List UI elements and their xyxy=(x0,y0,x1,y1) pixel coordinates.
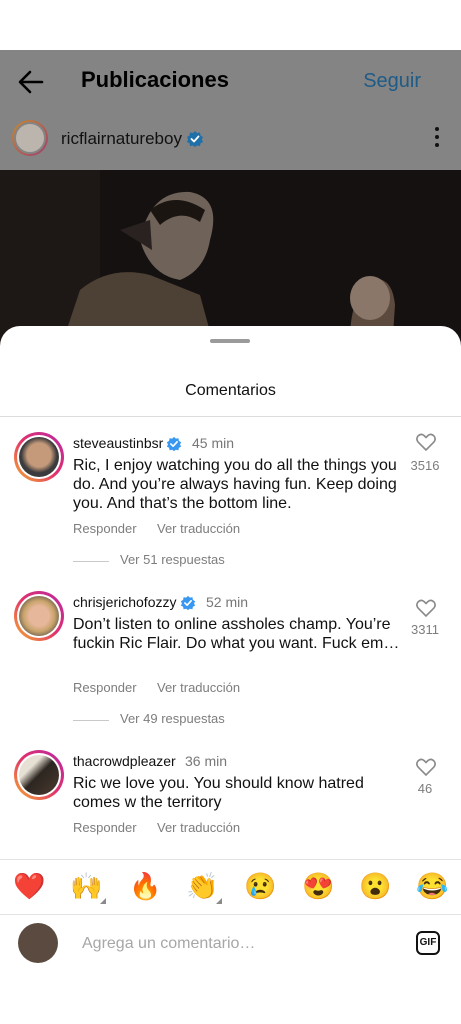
heart-eyes-emoji-button[interactable]: 😍 xyxy=(302,870,334,902)
follow-button[interactable]: Seguir xyxy=(363,70,421,93)
comment-text: Ric we love you. You should know hatred … xyxy=(73,775,364,811)
commenter-avatar[interactable] xyxy=(14,591,64,641)
thread-line xyxy=(73,561,109,562)
drag-handle[interactable] xyxy=(210,339,250,343)
clapping-hands-emoji: 👏 xyxy=(186,871,219,901)
arrow-left-icon[interactable] xyxy=(16,68,46,96)
translate-button[interactable]: Ver traducción xyxy=(157,680,240,695)
post-image[interactable] xyxy=(0,170,461,350)
author-avatar[interactable] xyxy=(12,120,48,156)
heart-outline-icon[interactable] xyxy=(416,758,436,776)
page-title: Publicaciones xyxy=(81,67,229,92)
verified-badge-icon xyxy=(187,131,203,147)
post-author: ricflairnatureboy xyxy=(0,116,461,160)
comment-time: 45 min xyxy=(192,435,235,451)
open-mouth-emoji-button[interactable]: 😮 xyxy=(359,870,391,902)
skin-tone-indicator-icon xyxy=(216,898,223,904)
clapping-hands-emoji-button[interactable]: 👏 xyxy=(186,870,223,904)
comment-text: Don’t listen to online assholes champ. Y… xyxy=(73,616,400,652)
red-heart-emoji-button[interactable]: ❤️ xyxy=(13,870,45,902)
skin-tone-indicator-icon xyxy=(100,898,107,904)
comment-input[interactable] xyxy=(80,929,384,959)
like-count: 46 xyxy=(417,781,433,796)
top-bar: Publicaciones Seguir xyxy=(0,50,461,112)
comment-time: 52 min xyxy=(206,594,249,610)
heart-outline-icon[interactable] xyxy=(416,433,436,451)
translate-button[interactable]: Ver traducción xyxy=(157,521,240,536)
more-vertical-icon[interactable] xyxy=(433,126,441,148)
fire-emoji-button[interactable]: 🔥 xyxy=(129,870,161,902)
comment-text: Ric, I enjoy watching you do all the thi… xyxy=(73,457,397,512)
divider xyxy=(0,416,461,417)
like-count: 3516 xyxy=(410,458,440,473)
status-bar xyxy=(0,0,461,50)
reply-button[interactable]: Responder xyxy=(73,680,137,695)
comment-composer: GIF xyxy=(0,915,461,971)
emoji-reaction-bar: ❤️ 🙌 🔥 👏 😢 😍 😮 😂 xyxy=(0,859,461,915)
raised-hands-emoji-button[interactable]: 🙌 xyxy=(70,870,107,904)
comment-username[interactable]: steveaustinbsr xyxy=(73,435,163,451)
raised-hands-emoji: 🙌 xyxy=(70,871,103,901)
heart-outline-icon[interactable] xyxy=(416,599,436,617)
comment-item: steveaustinbsr 45 min Ric, I enjoy watch… xyxy=(0,432,461,572)
comments-title: Comentarios xyxy=(185,382,276,399)
comment-item: chrisjerichofozzy 52 min Don’t listen to… xyxy=(0,591,461,731)
gif-button[interactable]: GIF xyxy=(416,931,440,955)
tears-of-joy-emoji-button[interactable]: 😂 xyxy=(416,870,448,902)
view-replies-label[interactable]: Ver 51 respuestas xyxy=(120,552,225,567)
comment-item: thacrowdpleazer 36 min Ric we love you. … xyxy=(0,750,461,840)
verified-badge-icon xyxy=(180,595,196,611)
background-post-view: Publicaciones Seguir ricflairnatureboy xyxy=(0,50,461,350)
like-count: 3311 xyxy=(411,622,439,637)
view-replies-label[interactable]: Ver 49 respuestas xyxy=(120,711,225,726)
author-username[interactable]: ricflairnatureboy xyxy=(61,129,182,149)
translate-button[interactable]: Ver traducción xyxy=(157,820,240,835)
comment-time: 36 min xyxy=(185,753,228,769)
commenter-avatar[interactable] xyxy=(14,432,64,482)
comment-username[interactable]: chrisjerichofozzy xyxy=(73,594,176,610)
current-user-avatar xyxy=(18,923,58,963)
comment-username[interactable]: thacrowdpleazer xyxy=(73,753,176,769)
thread-line xyxy=(73,720,109,721)
verified-badge-icon xyxy=(166,436,182,452)
commenter-avatar[interactable] xyxy=(14,750,64,800)
reply-button[interactable]: Responder xyxy=(73,820,137,835)
crying-face-emoji-button[interactable]: 😢 xyxy=(244,870,276,902)
reply-button[interactable]: Responder xyxy=(73,521,137,536)
